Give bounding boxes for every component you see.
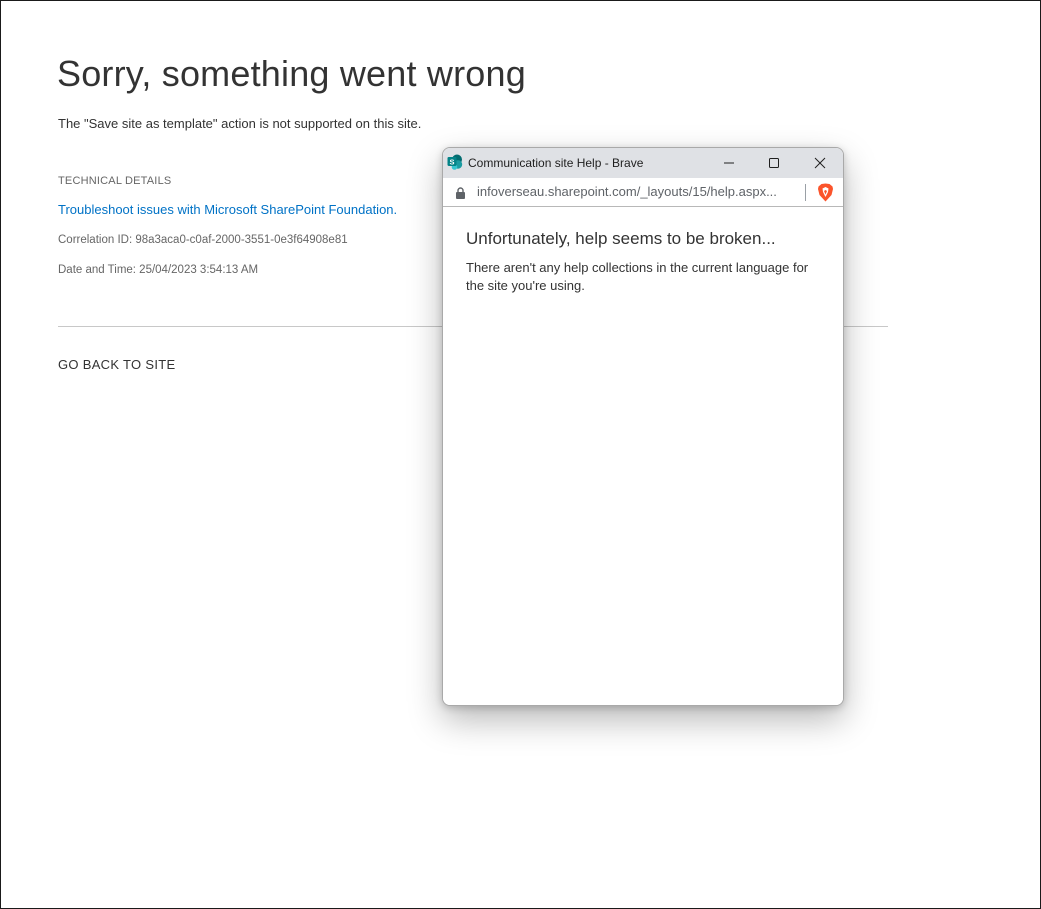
minimize-button[interactable] bbox=[706, 148, 752, 178]
popup-titlebar[interactable]: S Communication site Help - Brave bbox=[443, 148, 843, 178]
troubleshoot-link[interactable]: Troubleshoot issues with Microsoft Share… bbox=[58, 202, 397, 217]
technical-details-heading: TECHNICAL DETAILS bbox=[58, 175, 172, 187]
help-popup-window: S Communication site Help - Brave infove… bbox=[442, 147, 844, 706]
help-body-text: There aren't any help collections in the… bbox=[466, 260, 809, 293]
help-heading: Unfortunately, help seems to be broken..… bbox=[466, 229, 776, 248]
correlation-id: Correlation ID: 98a3aca0-c0af-2000-3551-… bbox=[58, 234, 348, 246]
close-button[interactable] bbox=[797, 148, 843, 178]
address-bar[interactable]: infoverseau.sharepoint.com/_layouts/15/h… bbox=[443, 178, 843, 207]
maximize-icon bbox=[769, 158, 779, 168]
page-title: Sorry, something went wrong bbox=[57, 53, 526, 94]
popup-window-title: Communication site Help - Brave bbox=[468, 156, 644, 170]
minimize-icon bbox=[724, 162, 734, 164]
browser-page: Sorry, something went wrong The "Save si… bbox=[0, 0, 1041, 909]
help-content: Unfortunately, help seems to be broken..… bbox=[443, 207, 843, 705]
url-text[interactable]: infoverseau.sharepoint.com/_layouts/15/h… bbox=[477, 184, 799, 199]
error-message: The "Save site as template" action is no… bbox=[58, 116, 422, 131]
go-back-to-site-link[interactable]: GO BACK TO SITE bbox=[58, 357, 175, 372]
close-icon bbox=[814, 157, 826, 169]
sharepoint-icon: S bbox=[447, 154, 463, 170]
address-bar-separator bbox=[805, 184, 806, 201]
lock-icon[interactable] bbox=[455, 186, 466, 199]
brave-shields-icon[interactable] bbox=[817, 183, 834, 202]
maximize-button[interactable] bbox=[751, 148, 797, 178]
date-time: Date and Time: 25/04/2023 3:54:13 AM bbox=[58, 264, 259, 276]
svg-text:S: S bbox=[449, 157, 454, 166]
